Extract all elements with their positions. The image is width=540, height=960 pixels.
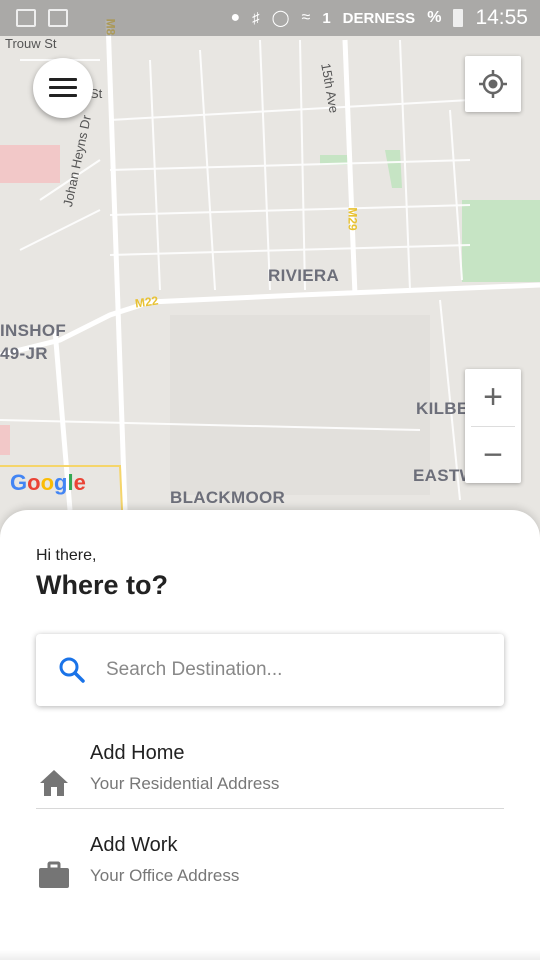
carrier-text: DERNESS	[342, 9, 416, 27]
add-work-title: Add Work	[90, 834, 178, 856]
item-divider	[36, 808, 504, 809]
hamburger-icon	[49, 78, 77, 98]
wifi-icon: ≈	[301, 9, 311, 26]
google-logo: Google	[10, 470, 86, 495]
sheet-bottom-fade	[0, 950, 540, 960]
add-work-item[interactable]: Add Work Your Office Address	[36, 832, 504, 912]
add-work-subtitle: Your Office Address	[90, 866, 240, 885]
road-number-m29: M29	[345, 207, 360, 231]
zoom-in-button[interactable]: +	[465, 369, 521, 426]
clock: 14:55	[475, 6, 528, 29]
greeting-text: Hi there,	[36, 547, 97, 564]
status-bar: ● ♯ ◯ ≈ 1 DERNESS % 14:55	[0, 0, 540, 36]
add-home-subtitle: Your Residential Address	[90, 774, 280, 793]
add-home-title: Add Home	[90, 742, 185, 764]
map-label-riviera: RIVIERA	[268, 266, 340, 285]
sim-indicator: 1	[322, 9, 331, 27]
where-to-heading: Where to?	[36, 570, 168, 600]
gallery-icon	[16, 9, 36, 27]
search-icon	[59, 657, 85, 683]
menu-button[interactable]	[33, 58, 93, 118]
search-destination-input[interactable]	[106, 659, 486, 681]
map-label-49-jr: 49-JR	[0, 344, 48, 363]
battery-percent: %	[427, 9, 442, 26]
zoom-controls: + −	[465, 369, 521, 483]
battery-icon	[453, 9, 464, 27]
destination-sheet: Hi there, Where to? Add Home Your Reside…	[0, 510, 540, 960]
search-bar[interactable]	[36, 634, 504, 706]
home-icon	[40, 770, 68, 796]
my-location-button[interactable]	[465, 56, 521, 112]
street-label-trouw: Trouw St	[5, 36, 57, 51]
map-label-blackmoor: BLACKMOOR	[170, 488, 286, 507]
map-label-inshof: INSHOF	[0, 321, 67, 340]
zoom-out-button[interactable]: −	[465, 427, 521, 484]
briefcase-icon	[39, 861, 69, 888]
mail-icon	[48, 9, 68, 27]
crosshair-icon	[479, 70, 507, 98]
location-icon: ●	[230, 9, 241, 26]
mute-icon: ♯	[252, 9, 260, 27]
alarm-icon: ◯	[271, 10, 290, 27]
